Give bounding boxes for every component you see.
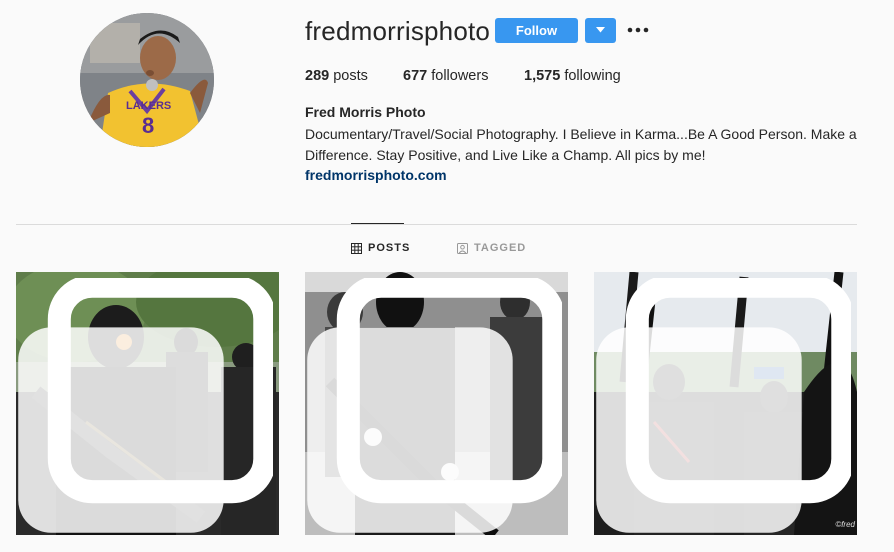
tab-tagged[interactable]: Tagged (457, 242, 526, 254)
profile-avatar[interactable]: LAKERS 8 (80, 13, 214, 147)
posts-stat: 289 posts (305, 68, 368, 84)
grid-icon (351, 242, 362, 254)
followers-stat[interactable]: 677 followers (403, 68, 488, 84)
bio-website-link[interactable]: fredmorrisphoto.com (305, 167, 447, 183)
post-thumbnail-1[interactable] (16, 272, 279, 535)
tag-icon (457, 242, 468, 254)
followers-label: followers (431, 68, 489, 84)
posts-label: posts (333, 68, 368, 84)
active-tab-indicator (351, 223, 404, 224)
more-options-icon (627, 27, 649, 33)
tab-posts-label: Posts (368, 242, 411, 254)
post-thumbnail-3[interactable]: ©fred (594, 272, 857, 535)
following-label: following (564, 68, 621, 84)
bio-text: Documentary/Travel/Social Photography. I… (305, 126, 857, 163)
followers-count: 677 (403, 68, 428, 84)
follow-button[interactable]: Follow (495, 18, 578, 43)
svg-text:8: 8 (142, 113, 154, 138)
profile-tabs-divider (16, 224, 857, 225)
profile-username: fredmorrisphoto (305, 16, 491, 46)
chevron-down-icon (596, 27, 605, 33)
following-count: 1,575 (524, 68, 561, 84)
suggested-accounts-dropdown-button[interactable] (585, 18, 616, 43)
following-stat[interactable]: 1,575 following (524, 68, 621, 84)
tab-tagged-label: Tagged (474, 242, 527, 254)
svg-text:LAKERS: LAKERS (126, 100, 171, 112)
multiple-photos-icon (18, 278, 273, 533)
avatar-image: LAKERS 8 (80, 13, 214, 147)
more-options-button[interactable] (627, 22, 649, 38)
photo-watermark: ©fred (835, 520, 855, 529)
bio-full-name: Fred Morris Photo (305, 104, 426, 120)
multiple-photos-icon (596, 278, 851, 533)
posts-count: 289 (305, 68, 330, 84)
multiple-photos-icon (307, 278, 562, 533)
tab-posts[interactable]: Posts (351, 242, 410, 254)
post-thumbnail-2[interactable] (305, 272, 568, 535)
